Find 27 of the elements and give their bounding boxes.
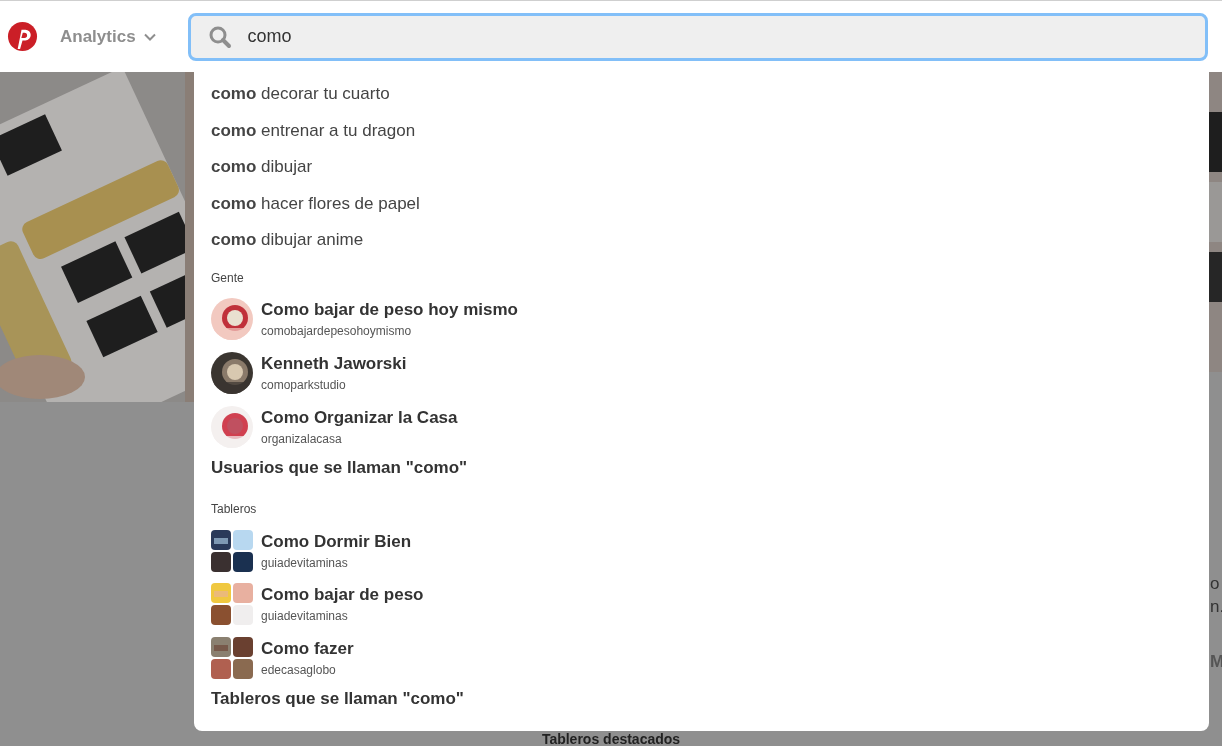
section-label: Gente: [211, 270, 244, 285]
board-owner: edecasaglobo: [261, 663, 337, 678]
board-owner: guiadevitaminas: [261, 555, 349, 570]
user-handle: comoparkstudio: [261, 378, 347, 393]
user-name[interactable]: Kenneth Jaworski: [261, 354, 407, 375]
user-handle: organizalacasa: [261, 431, 343, 446]
suggestion-link[interactable]: como decorar tu cuarto: [211, 76, 390, 113]
all-users-link[interactable]: Usuarios que se llaman "como": [211, 457, 468, 478]
board-owner: guiadevitaminas: [261, 609, 349, 624]
section-heading: Tableros destacados: [540, 732, 682, 746]
board-name[interactable]: Como bajar de peso: [261, 585, 424, 606]
suggestion-link[interactable]: como dibujar anime: [211, 222, 364, 259]
suggestion-link[interactable]: como hacer flores de papel: [211, 185, 420, 222]
chevron-down-icon: [143, 32, 156, 41]
search-field[interactable]: como: [187, 12, 1208, 61]
board-name[interactable]: Como fazer: [261, 639, 354, 660]
user-name[interactable]: Como Organizar la Casa: [261, 407, 458, 428]
background-text: n.: [1210, 597, 1222, 617]
all-boards-link[interactable]: Tableros que se llaman "como": [211, 689, 464, 709]
user-name[interactable]: Como bajar de peso hoy mismo: [261, 300, 518, 321]
section-label: Tableros: [211, 501, 257, 516]
pin-logo-icon[interactable]: [7, 21, 38, 52]
suggestion-link[interactable]: como entrenar a tu dragon: [211, 112, 416, 149]
user-handle: comobajardepesohoymismo: [261, 324, 413, 339]
board-name[interactable]: Como Dormir Bien: [261, 531, 412, 552]
suggestion-link[interactable]: como dibujar: [211, 149, 313, 186]
background-text: o: [1210, 574, 1220, 594]
